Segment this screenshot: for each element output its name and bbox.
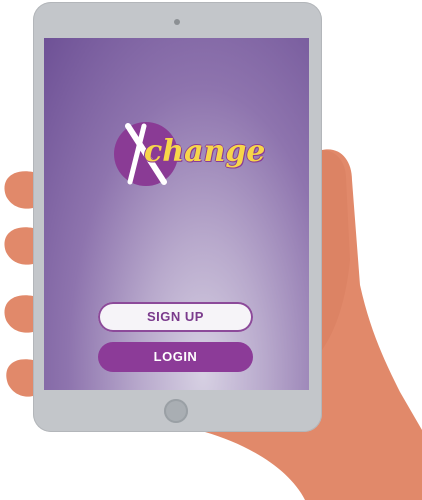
login-button[interactable]: LOGIN bbox=[98, 342, 253, 372]
app-screen: change SIGN UP LOGIN bbox=[44, 38, 309, 390]
logo-text: change bbox=[144, 134, 266, 169]
home-button-icon[interactable] bbox=[164, 399, 188, 423]
tablet-device: change SIGN UP LOGIN bbox=[33, 2, 322, 432]
front-camera-icon bbox=[174, 19, 180, 25]
sign-up-button[interactable]: SIGN UP bbox=[98, 302, 253, 332]
xchange-logo: change bbox=[114, 122, 274, 192]
